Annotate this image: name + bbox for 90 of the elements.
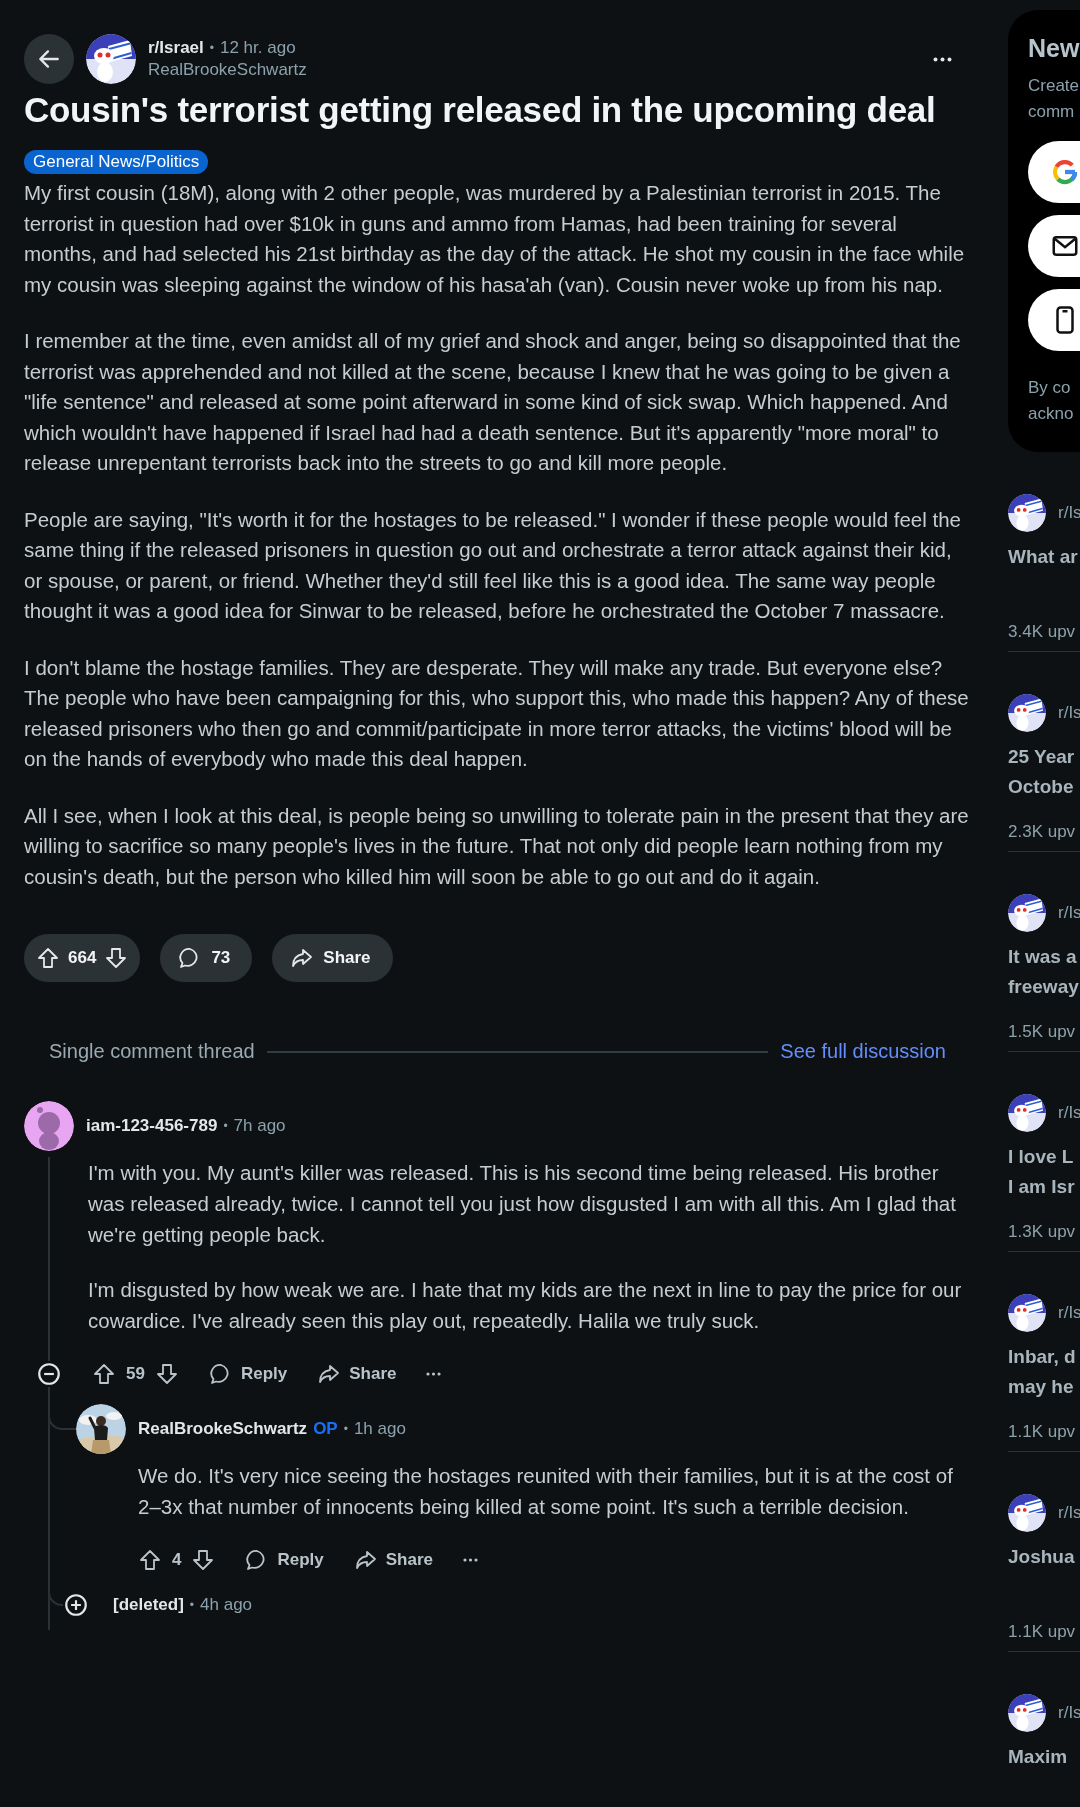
post-paragraph: All I see, when I look at this deal, is people being so unwilling to tolerate pain in the present that they are willing to sacrifice so many people's lives in the future. That not only did people learn nothing from my cousin's death, but the person who killed him will soon be able to go out and do it again. (24, 802, 970, 890)
upvote-icon (36, 946, 60, 970)
community-avatar[interactable] (1008, 894, 1046, 932)
community-avatar[interactable] (1008, 694, 1046, 732)
back-button[interactable] (24, 34, 74, 84)
more-icon (933, 56, 952, 62)
post-paragraph: I don't blame the hostage families. They are desperate. They will make any trade. But everyone else? The people who have been campaigning for this, who support this, who made this happen? Any of these released prisoners who then go and commit/participate in more terror attacks, the victims' blood will be on the hands of everybody who made this deal happen. (24, 654, 970, 772)
post-title[interactable]: I am Isr (1008, 1172, 1080, 1202)
comment-time: 1h ago (353, 1419, 406, 1439)
more-icon (426, 1372, 442, 1376)
post-time: 12 hr. ago (219, 38, 296, 58)
downvote-button[interactable] (104, 946, 129, 970)
upvote-button[interactable] (36, 946, 60, 970)
upvote-count: 1.3K upv (1008, 1222, 1077, 1242)
signup-text: Create (1028, 75, 1080, 97)
share-icon (353, 1548, 378, 1572)
comment-author[interactable]: [deleted] (113, 1595, 184, 1615)
post-title[interactable]: I love L (1008, 1142, 1080, 1172)
share-icon (317, 1362, 342, 1386)
comment-author[interactable]: RealBrookeSchwartz (138, 1419, 308, 1439)
post-paragraph: I remember at the time, even amidst all of my grief and shock and anger, being so disappointed that the terrorist was apprehended and not killed at the scene, because I knew that he was going to be given a "life sentence" and released at some point afterward in some kind of sick swap. Which happened. And which wouldn't have happened if Israel had had a death sentence. But it's apparently "more moral" to release unrepentant terrorists back into the streets to go and kill more people. (24, 328, 962, 476)
upvote-icon (138, 1548, 162, 1572)
signup-text: comm (1028, 101, 1076, 123)
flair-tag[interactable]: General News/Politics (24, 150, 209, 174)
thread-label: Single comment thread (49, 1040, 255, 1063)
comments-button[interactable]: 73 (160, 934, 253, 982)
share-button[interactable]: Share (353, 1548, 433, 1572)
downvote-icon (104, 946, 129, 970)
post-title[interactable]: It was a (1008, 942, 1080, 972)
upvote-button[interactable] (138, 1548, 162, 1572)
op-label: OP (313, 1419, 338, 1439)
post-title[interactable]: Octobe (1008, 772, 1080, 802)
upvote-count: 1.1K upv (1008, 1622, 1077, 1642)
separator-dot: • (343, 1422, 348, 1436)
upvote-count: 1.5K upv (1008, 1022, 1077, 1042)
community-avatar[interactable] (86, 34, 136, 84)
comment-time: 4h ago (200, 1595, 253, 1615)
expand-icon (63, 1592, 89, 1618)
upvote-count: 2.3K upv (1008, 822, 1077, 842)
upvote-count: 1.1K upv (1008, 1422, 1077, 1442)
community-avatar[interactable] (1008, 1694, 1046, 1732)
separator-dot: • (189, 1598, 195, 1612)
post-title[interactable]: Inbar, d (1008, 1342, 1080, 1372)
community-avatar[interactable] (1008, 1494, 1046, 1532)
downvote-icon (191, 1548, 216, 1572)
post-paragraph: People are saying, "It's worth it for the hostages to be released." I wonder if these people would feel the same thing if the released prisoners in question go out and orchestrate a terror attack against their kid, or spouse, or parent, or friend. Whether they'd still feel like this is a good idea. The same way people thought it was a good idea for Sinwar to be released, before he orchestrated the October 7 massacre. (24, 506, 962, 624)
share-button[interactable]: Share (317, 1362, 397, 1386)
upvote-button[interactable] (92, 1362, 116, 1386)
downvote-icon (154, 1362, 179, 1386)
post-title[interactable]: What ar (1008, 542, 1080, 572)
more-icon (463, 1558, 478, 1562)
post-paragraph: My first cousin (18M), along with 2 other people, was murdered by a Palestinian terrorist in 2015. The terrorist in question had over $10k in guns and ammo from Hamas, had been training for several months, and had selected his 21st birthday as the day of the attack. He shot my cousin in the face while my cousin was sleeping against the window of his hasa'ah (van). Cousin never woke up from his nap. (24, 180, 966, 298)
community-avatar[interactable] (1008, 1094, 1046, 1132)
downvote-button[interactable] (154, 1362, 179, 1386)
signup-heading: New (1028, 34, 1080, 63)
share-icon (290, 946, 315, 970)
share-button[interactable]: Share (272, 934, 393, 982)
author-name[interactable]: RealBrookeSchwartz (148, 60, 917, 80)
google-logo-icon (1050, 157, 1080, 187)
full-discussion-link[interactable]: See full discussion (780, 1040, 946, 1063)
downvote-button[interactable] (191, 1548, 216, 1572)
comment-time: 7h ago (233, 1116, 286, 1136)
separator-dot: • (223, 1119, 228, 1133)
post-title: Cousin's terrorist getting released in the upcoming deal (24, 89, 937, 131)
user-avatar[interactable] (24, 1101, 74, 1151)
upvote-count: 3.4K upv (1008, 622, 1077, 642)
community-avatar[interactable] (1008, 1294, 1046, 1332)
vote-count: 664 (68, 948, 97, 968)
vote-count: 4 (172, 1550, 182, 1570)
comment-text: We do. It's very nice seeing the hostages reunited with their families, but it is at the cost of 2–3x that number of innocents being killed at some point. It's such a terrible decision. (138, 1463, 954, 1520)
subreddit-name[interactable]: r/Israel (148, 38, 204, 58)
more-button[interactable] (426, 1372, 442, 1376)
legal-text: ackno (1028, 403, 1075, 425)
comment-text: I'm disgusted by how weak we are. I hate that my kids are the next in line to pay the price for our cowardice. I've already seen this play out, repeatedly. Halila we truly suck. (88, 1277, 963, 1334)
separator-dot: • (209, 41, 214, 55)
reply-button[interactable]: Reply (208, 1362, 288, 1386)
post-title[interactable]: Joshua (1008, 1542, 1080, 1572)
upvote-icon (92, 1362, 116, 1386)
post-title[interactable]: may he (1008, 1372, 1080, 1402)
collapse-icon (36, 1361, 62, 1387)
vote-count: 59 (126, 1364, 145, 1384)
community-avatar[interactable] (1008, 494, 1046, 532)
post-title[interactable]: Maxim (1008, 1742, 1080, 1772)
legal-text: By co (1028, 377, 1072, 399)
post-title[interactable]: freeway (1008, 972, 1080, 1002)
post-title[interactable]: 25 Year (1008, 742, 1080, 772)
reply-button[interactable]: Reply (245, 1548, 324, 1572)
more-button[interactable] (463, 1558, 478, 1562)
comment-text: I'm with you. My aunt's killer was released. This is his second time being released. His brother was released already, twice. I cannot tell you just how disgusted I am with all this. Am I glad that we're getting people back. (88, 1160, 957, 1248)
comment-author[interactable]: iam-123-456-789 (86, 1116, 218, 1136)
